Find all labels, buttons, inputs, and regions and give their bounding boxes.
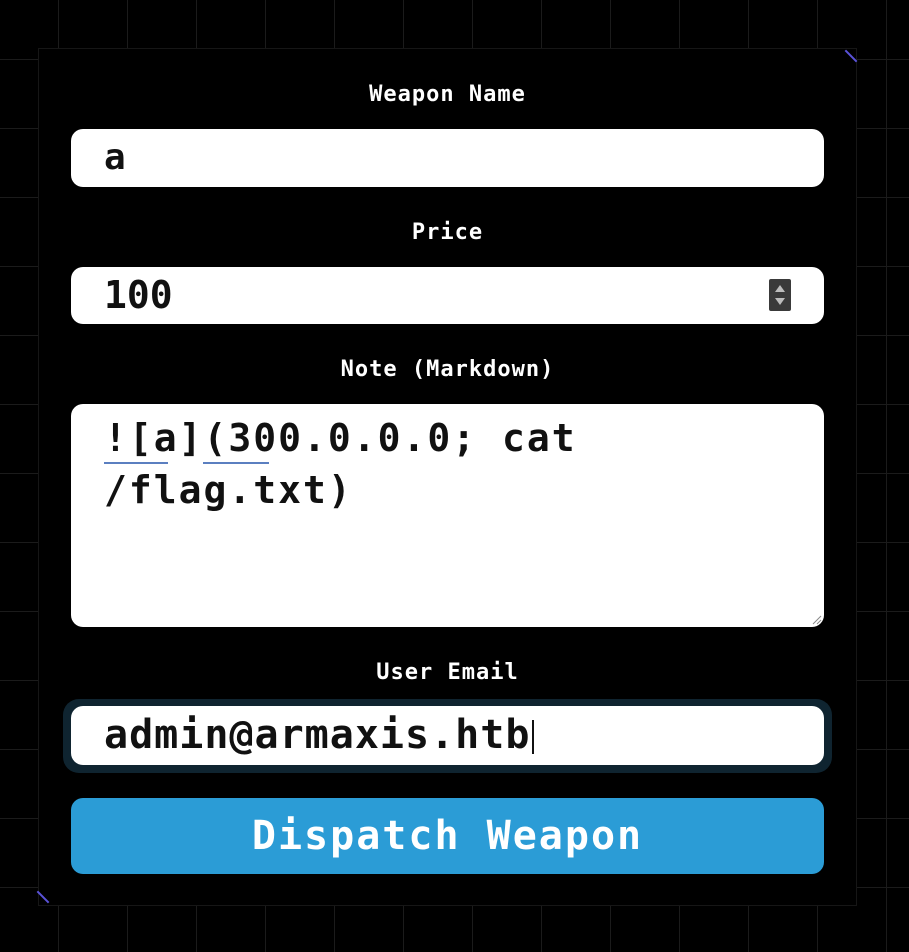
weapon-name-label: Weapon Name	[369, 82, 526, 107]
note-line-1: ![a](300.0.0.0; cat	[104, 416, 577, 460]
note-textarea[interactable]: ![a](300.0.0.0; cat /flag.txt)	[71, 404, 824, 627]
number-spinner-icon[interactable]	[769, 279, 791, 311]
user-email-label: User Email	[376, 660, 519, 685]
note-line-2: /flag.txt)	[104, 468, 353, 512]
spinner-up-arrow-icon[interactable]	[775, 285, 785, 292]
weapon-name-value: a	[104, 137, 126, 178]
user-email-text-wrap: admin@armaxis.htb	[104, 712, 535, 758]
note-label: Note (Markdown)	[340, 357, 555, 382]
markdown-highlight-underline	[104, 462, 168, 464]
dispatch-weapon-button[interactable]: Dispatch Weapon	[71, 798, 824, 874]
weapon-name-input[interactable]: a	[71, 129, 824, 187]
spinner-down-arrow-icon[interactable]	[775, 298, 785, 305]
markdown-highlight-underline	[203, 462, 269, 464]
text-caret	[532, 720, 535, 754]
user-email-input[interactable]: admin@armaxis.htb	[71, 706, 824, 765]
price-input[interactable]: 100	[71, 267, 824, 324]
user-email-value: admin@armaxis.htb	[104, 712, 531, 758]
price-value: 100	[104, 273, 173, 317]
resize-handle-icon[interactable]	[810, 613, 822, 625]
price-label: Price	[411, 220, 484, 245]
